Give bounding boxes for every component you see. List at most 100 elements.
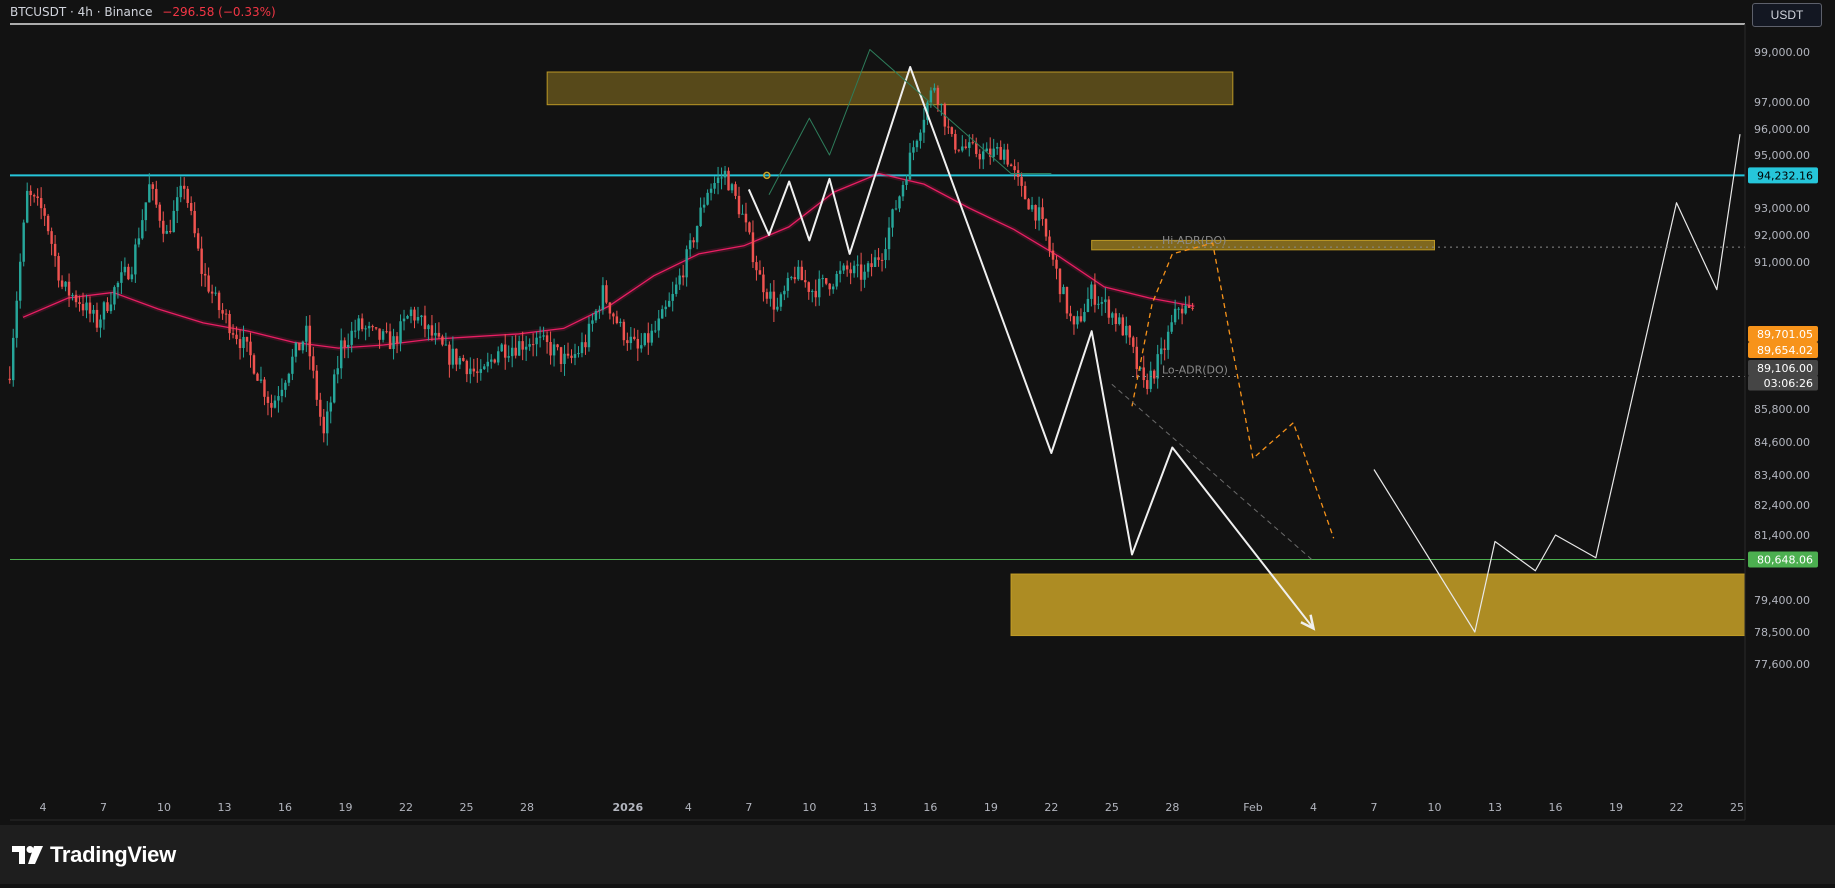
candle-body	[933, 87, 936, 91]
candle-body	[486, 361, 489, 367]
price-chart[interactable]: Hi-ADR(DO) Lo-ADR(DO) 99,000.00 97,000.00 9…	[0, 0, 1835, 884]
candle-body	[605, 285, 608, 303]
candle-body	[905, 179, 908, 185]
candle-body	[238, 339, 242, 349]
candle-body	[821, 278, 824, 280]
candle-body	[74, 294, 78, 303]
candle-body	[113, 287, 116, 305]
candle-body	[887, 227, 891, 250]
candle-body	[1132, 337, 1135, 347]
candle-body	[894, 208, 898, 210]
candle-body	[723, 170, 727, 178]
candle-body	[67, 281, 71, 296]
candle-body	[1159, 348, 1163, 355]
candle-body	[619, 321, 622, 324]
candle-body	[559, 347, 563, 365]
time-tick-label: 22	[399, 801, 413, 814]
candle-body	[751, 232, 755, 263]
candle-body	[1037, 207, 1041, 221]
candle-body	[762, 274, 765, 293]
candle-body	[995, 146, 999, 149]
candle-body	[176, 197, 179, 211]
candle-body	[221, 310, 224, 314]
candle-body	[1163, 348, 1166, 350]
resistance-line-price-tag-text: 94,232.16	[1757, 169, 1813, 182]
candle-body	[709, 188, 713, 193]
candle-body	[339, 340, 343, 369]
adr-label: Hi-ADR(DO)	[1162, 234, 1226, 247]
candle-body	[458, 357, 462, 365]
candle-body	[591, 320, 594, 324]
candle-body	[388, 331, 392, 349]
candle-body	[688, 240, 692, 250]
candle-body	[1166, 331, 1170, 350]
candle-body	[598, 309, 601, 311]
candle-body	[399, 321, 402, 344]
time-tick-label: 10	[802, 801, 816, 814]
candle-body	[308, 325, 312, 357]
candle-body	[992, 148, 995, 157]
price-tick-label: 84,600.00	[1754, 436, 1810, 449]
candle-body	[1076, 316, 1079, 325]
candle-body	[654, 330, 657, 332]
time-tick-label: 22	[1044, 801, 1058, 814]
currency-button[interactable]: USDT	[1752, 3, 1822, 27]
candle-body	[922, 119, 926, 133]
candle-body	[448, 344, 451, 365]
candle-body	[1125, 325, 1128, 336]
candle-body	[1173, 308, 1177, 323]
candle-body	[116, 282, 120, 288]
candle-body	[462, 357, 465, 361]
candle-body	[189, 202, 193, 211]
candle-body	[793, 277, 797, 280]
candle-body	[1065, 286, 1069, 314]
price-tick-label: 96,000.00	[1754, 123, 1810, 136]
tradingview-logo-icon	[12, 846, 43, 864]
candle-body	[584, 342, 587, 348]
candle-body	[333, 374, 336, 403]
candle-body	[982, 151, 985, 160]
candle-body	[1048, 236, 1051, 251]
candle-body	[957, 149, 961, 151]
candle-body	[629, 336, 633, 344]
candle-body	[818, 278, 821, 298]
candle-body	[25, 190, 29, 223]
candle-body	[1009, 164, 1013, 167]
time-tick-label: 10	[157, 801, 171, 814]
symbol-header: BTCUSDT · 4h · Binance −296.58 (−0.33%)	[10, 5, 276, 19]
candle-body	[1142, 367, 1145, 381]
candle-body	[172, 210, 175, 233]
candle-body	[577, 353, 580, 355]
candle-body	[661, 309, 664, 319]
candle-body	[186, 188, 189, 203]
candle-body	[636, 339, 640, 349]
candle-body	[964, 146, 968, 148]
candle-body	[873, 257, 877, 268]
candle-body	[182, 185, 186, 189]
candle-body	[758, 270, 762, 275]
candle-body	[1156, 354, 1159, 379]
candle-body	[968, 142, 971, 148]
candle-body	[465, 360, 469, 375]
candle-body	[919, 132, 922, 141]
candle-body	[483, 366, 486, 370]
candle-body	[524, 346, 528, 350]
chart-area[interactable]: Hi-ADR(DO) Lo-ADR(DO) 99,000.00 97,000.00 9…	[0, 0, 1835, 884]
candle-body	[385, 331, 388, 333]
candle-body	[503, 344, 507, 358]
candle-body	[1149, 370, 1152, 389]
candle-body	[1079, 316, 1083, 322]
candle-body	[312, 356, 315, 371]
candle-body	[134, 244, 137, 275]
tradingview-logo[interactable]: TradingView	[12, 842, 176, 868]
candle-body	[298, 342, 301, 351]
candle-body	[1013, 166, 1016, 171]
candle-body	[43, 208, 46, 216]
candle-body	[50, 231, 53, 244]
candle-body	[444, 344, 448, 346]
candle-body	[1184, 305, 1187, 314]
candle-body	[507, 356, 510, 358]
candle-body	[15, 300, 18, 338]
candle-body	[99, 319, 102, 328]
candle-body	[130, 274, 134, 280]
